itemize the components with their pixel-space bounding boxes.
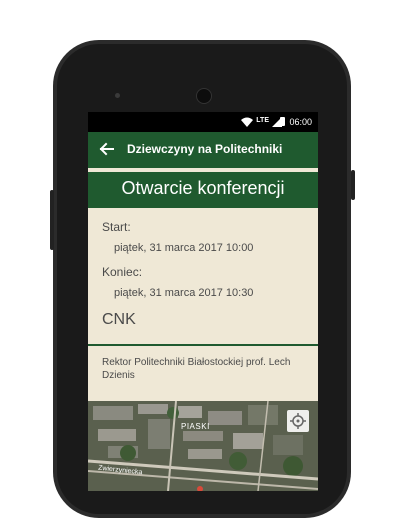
wifi-icon [241, 117, 253, 127]
satellite-map-image [88, 401, 318, 491]
event-description: Rektor Politechniki Białostockiej prof. … [102, 357, 291, 381]
map-place-label: PIASKI [181, 422, 210, 431]
phone-volume-button [351, 170, 355, 200]
event-title: Otwarcie konferencji [121, 178, 285, 198]
back-arrow-icon[interactable] [98, 140, 116, 158]
crosshair-icon [290, 413, 306, 429]
end-label: Koniec: [102, 265, 143, 279]
phone-screen: LTE 06:00 Dziewczyny na Politechniki Otw… [88, 112, 318, 491]
phone-sensor [115, 93, 120, 98]
event-location: CNK [102, 311, 136, 328]
start-label: Start: [102, 220, 131, 234]
status-time: 06:00 [289, 117, 312, 127]
network-type: LTE [256, 117, 269, 124]
event-details: Start: piątek, 31 marca 2017 10:00 Konie… [88, 208, 318, 346]
end-value: piątek, 31 marca 2017 10:30 [114, 287, 254, 299]
status-bar: LTE 06:00 [88, 112, 318, 132]
app-title: Dziewczyny na Politechniki [127, 142, 283, 156]
location-map[interactable]: PIASKI Zwierzyniecka [88, 401, 318, 491]
front-camera [196, 88, 212, 104]
battery-icon [280, 117, 285, 126]
my-location-button[interactable] [287, 410, 309, 432]
event-title-banner: Otwarcie konferencji [88, 172, 318, 208]
phone-side-button [50, 190, 54, 250]
app-bar: Dziewczyny na Politechniki [88, 132, 318, 168]
start-value: piątek, 31 marca 2017 10:00 [114, 242, 254, 254]
